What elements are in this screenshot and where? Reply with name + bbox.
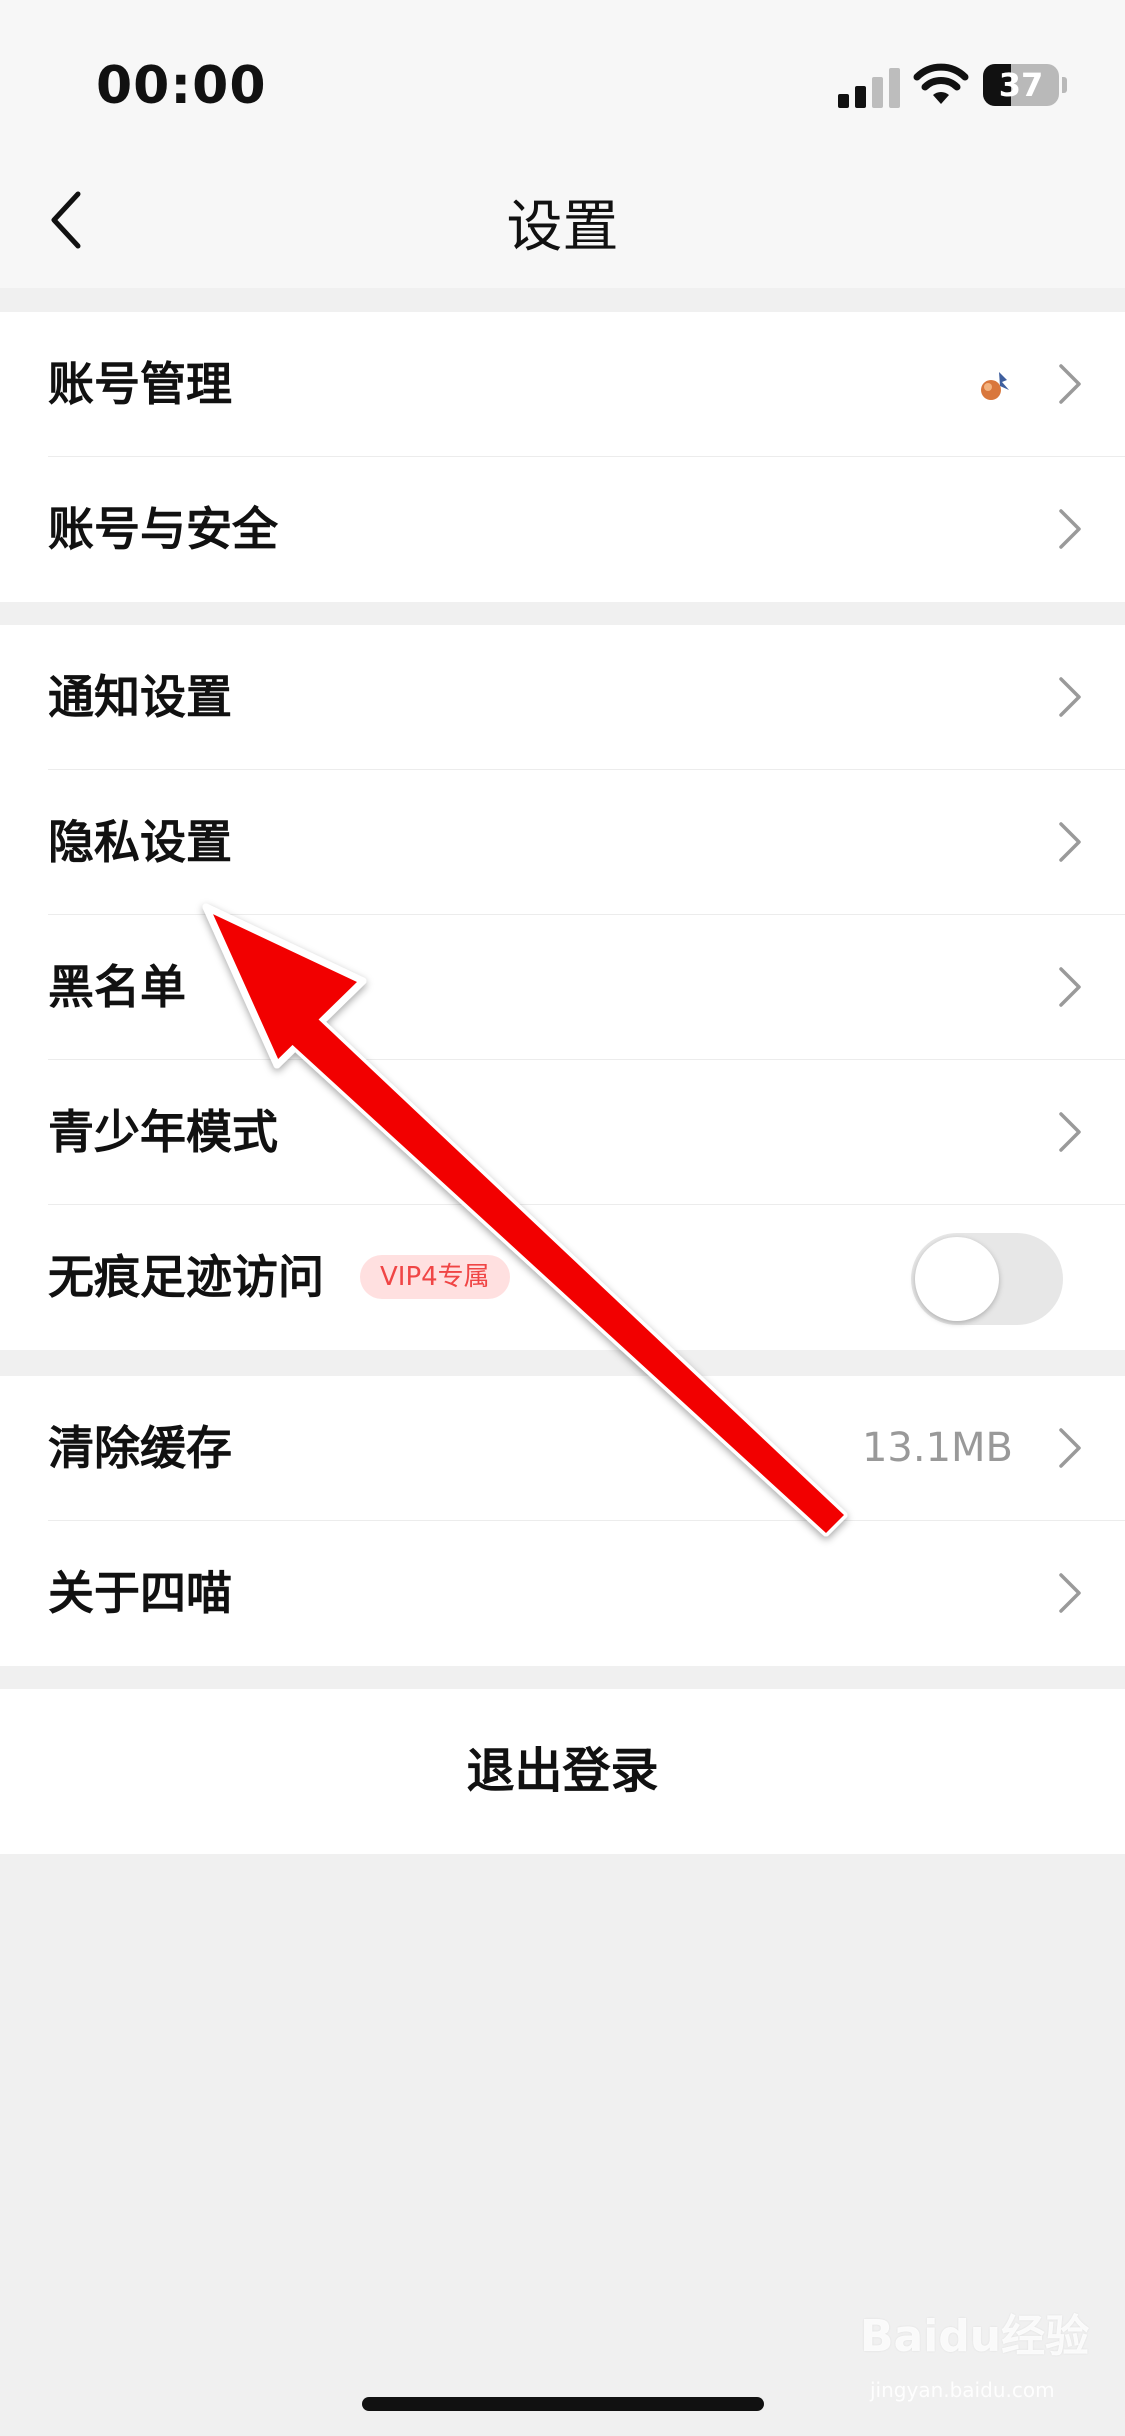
- logout-button[interactable]: 退出登录: [0, 1689, 1125, 1854]
- settings-item-privacy[interactable]: 隐私设置: [0, 770, 1125, 915]
- settings-item-label: 关于四喵: [48, 1566, 232, 1620]
- settings-item-clear-cache[interactable]: 清除缓存 13.1MB: [0, 1376, 1125, 1521]
- settings-item-label: 青少年模式: [48, 1105, 278, 1159]
- watermark-url: jingyan.baidu.com: [870, 2378, 1055, 2402]
- settings-item-label: 黑名单: [48, 960, 186, 1014]
- logout-label: 退出登录: [466, 1743, 659, 1799]
- toggle-knob: [915, 1237, 999, 1321]
- settings-item-about[interactable]: 关于四喵: [0, 1521, 1125, 1666]
- settings-item-label: 清除缓存: [48, 1421, 232, 1475]
- settings-item-incognito-visit: 无痕足迹访问 VIP4专属: [0, 1205, 1125, 1350]
- wifi-icon: [913, 63, 969, 104]
- avatar: [981, 372, 1009, 400]
- page-title: 设置: [506, 195, 619, 260]
- chevron-right-icon: [1059, 822, 1081, 862]
- vip-badge: VIP4专属: [360, 1255, 510, 1299]
- settings-item-notifications[interactable]: 通知设置: [0, 625, 1125, 770]
- chevron-right-icon: [1059, 677, 1081, 717]
- settings-item-label: 账号与安全: [48, 502, 278, 556]
- status-time: 00:00: [96, 56, 267, 116]
- settings-item-label: 无痕足迹访问: [48, 1250, 324, 1304]
- incognito-toggle[interactable]: [911, 1233, 1063, 1325]
- signal-icon: [838, 68, 900, 108]
- status-bar: 00:00 37: [0, 0, 1125, 150]
- chevron-right-icon: [1059, 1428, 1081, 1468]
- settings-item-label: 账号管理: [48, 357, 232, 411]
- settings-item-account-management[interactable]: 账号管理: [0, 312, 1125, 457]
- settings-item-blacklist[interactable]: 黑名单: [0, 915, 1125, 1060]
- chevron-right-icon: [1059, 1112, 1081, 1152]
- cache-size: 13.1MB: [861, 1425, 1013, 1471]
- chevron-right-icon: [1059, 364, 1081, 404]
- settings-group-privacy: 通知设置 隐私设置 黑名单 青少年模式 无痕足迹访问 VIP4专属: [0, 625, 1125, 1350]
- nav-bar: 设置: [0, 150, 1125, 288]
- settings-item-label: 通知设置: [48, 670, 232, 724]
- battery-icon: 37: [983, 64, 1067, 110]
- home-indicator: [362, 2397, 764, 2411]
- battery-level: 37: [998, 66, 1044, 104]
- settings-group-misc: 清除缓存 13.1MB 关于四喵: [0, 1376, 1125, 1666]
- chevron-right-icon: [1059, 509, 1081, 549]
- settings-item-account-security[interactable]: 账号与安全: [0, 457, 1125, 602]
- settings-group-account: 账号管理 账号与安全: [0, 312, 1125, 602]
- chevron-right-icon: [1059, 967, 1081, 1007]
- chevron-right-icon: [1059, 1573, 1081, 1613]
- settings-item-teen-mode[interactable]: 青少年模式: [0, 1060, 1125, 1205]
- watermark: Baidu经验: [860, 2311, 1090, 2362]
- settings-item-label: 隐私设置: [48, 815, 232, 869]
